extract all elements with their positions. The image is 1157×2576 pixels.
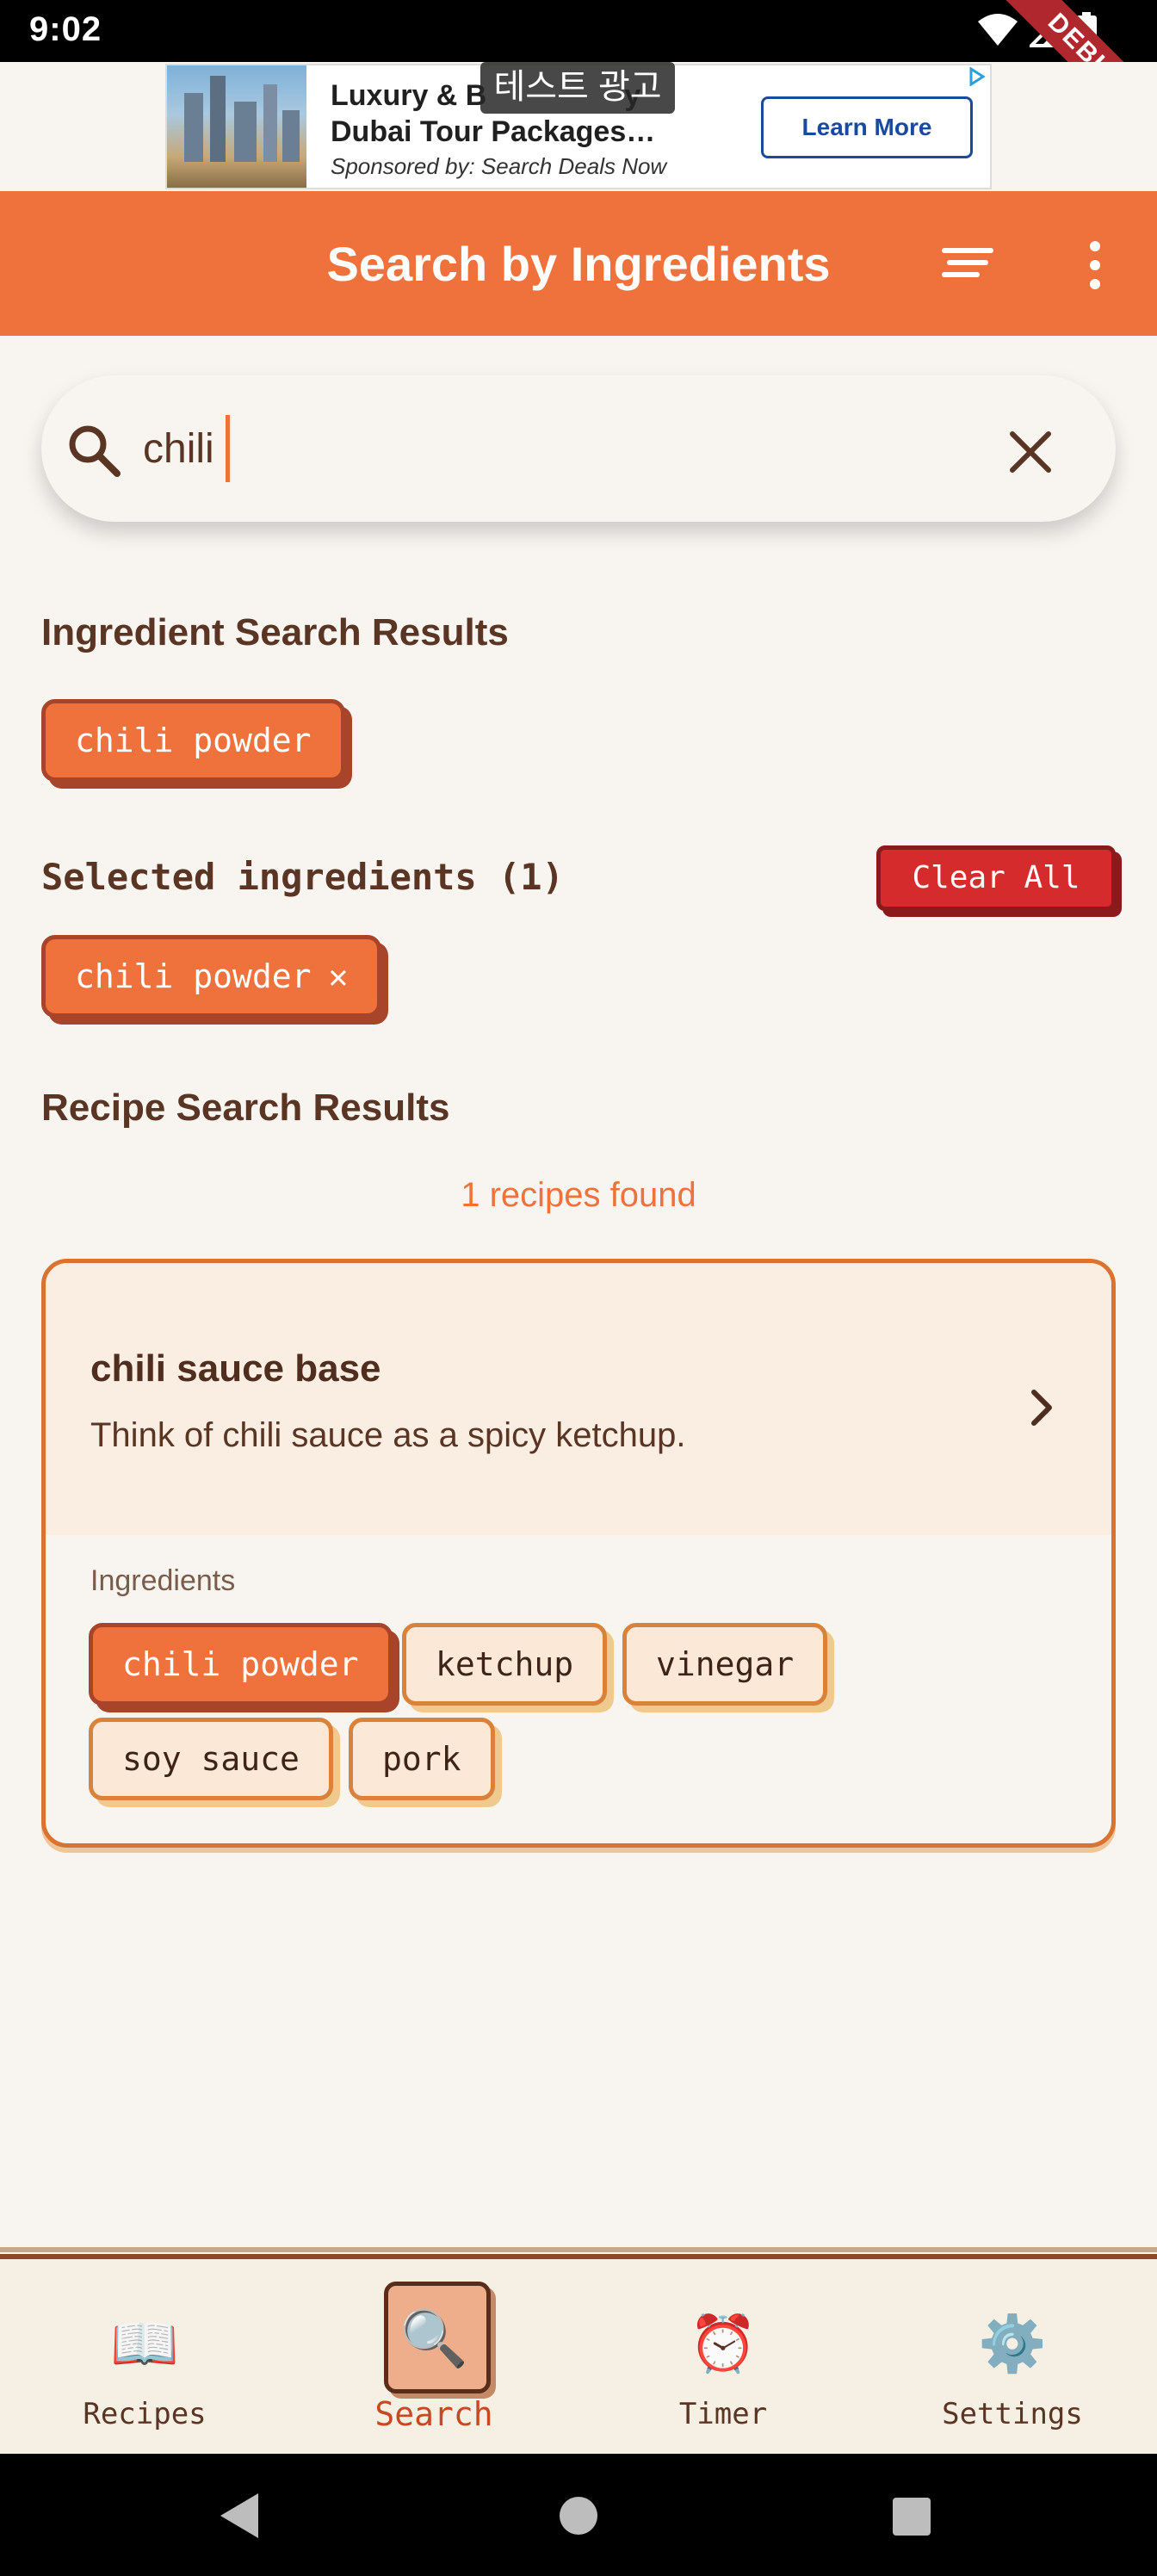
recipe-description: Think of chili sauce as a spicy ketchup. (90, 1416, 686, 1454)
ad-banner[interactable]: Luxury & By Dubai Tour Packages… Sponsor… (0, 62, 1157, 191)
more-options-icon[interactable] (1078, 239, 1112, 291)
recipe-ingredient-chip[interactable]: pork (349, 1718, 495, 1800)
recipes-found-count: 1 recipes found (461, 1176, 696, 1214)
ingredients-label: Ingredients (90, 1564, 236, 1597)
recipe-ingredient-chip[interactable]: soy sauce (89, 1718, 333, 1800)
home-icon[interactable] (558, 2495, 599, 2536)
search-bar[interactable] (41, 375, 1116, 522)
ad-sponsor: Sponsored by: Search Deals Now (331, 153, 667, 179)
nav-item-settings[interactable]: ⚙️ Settings (868, 2259, 1157, 2454)
adchoices-icon[interactable] (968, 67, 987, 86)
search-icon (69, 425, 121, 477)
nav-item-recipes[interactable]: 📖 Recipes (0, 2259, 289, 2454)
system-navigation-bar (0, 2454, 1157, 2576)
back-icon[interactable] (219, 2492, 262, 2540)
recipe-ingredient-chip[interactable]: ketchup (402, 1623, 608, 1706)
recipe-ingredient-chip[interactable]: chili powder (89, 1623, 393, 1706)
text-caret (226, 415, 230, 482)
alarm-clock-icon: ⏰ (689, 2313, 758, 2375)
status-time: 9:02 (29, 10, 102, 48)
learn-more-button[interactable]: Learn More (761, 96, 973, 158)
app-bar: Search by Ingredients (0, 191, 1157, 336)
wifi-icon (978, 14, 1018, 46)
test-ad-tag: 테스트 광고 (480, 62, 675, 114)
selected-chip-label: chili powder (75, 957, 312, 995)
chevron-right-icon[interactable] (1025, 1382, 1060, 1434)
nav-label-recipes: Recipes (83, 2397, 207, 2431)
remove-ingredient-icon[interactable]: ✕ (329, 939, 349, 1013)
nav-label-settings: Settings (942, 2397, 1083, 2431)
search-input[interactable] (143, 410, 918, 487)
open-book-icon: 📖 (110, 2313, 179, 2375)
status-bar: 9:02 DEBUG (0, 0, 1157, 160)
gear-icon: ⚙️ (978, 2313, 1047, 2375)
nav-divider (0, 2247, 1157, 2252)
recents-icon[interactable] (892, 2497, 931, 2536)
clear-search-icon[interactable] (1005, 427, 1055, 477)
recipe-card-header[interactable]: chili sauce base Think of chili sauce as… (46, 1263, 1111, 1535)
recipe-card[interactable]: chili sauce base Think of chili sauce as… (41, 1259, 1116, 1848)
ingredient-result-chip[interactable]: chili powder (41, 699, 345, 782)
nav-label-search: Search (374, 2395, 493, 2433)
bottom-navigation: 📖 Recipes 🔍 Search ⏰ Timer ⚙️ Settings (0, 2247, 1157, 2454)
selected-ingredient-chip[interactable]: chili powder ✕ (41, 935, 382, 1018)
selected-ingredients-title: Selected ingredients (1) (41, 856, 564, 898)
magnifier-icon: 🔍 (399, 2307, 468, 2369)
nav-item-search[interactable]: 🔍 Search (289, 2259, 578, 2454)
sort-icon[interactable] (938, 241, 1000, 286)
ad-thumbnail (167, 65, 306, 188)
recipe-results-title: Recipe Search Results (41, 1087, 450, 1129)
clear-all-button[interactable]: Clear All (876, 845, 1116, 911)
recipe-title: chili sauce base (90, 1347, 381, 1390)
recipe-ingredient-chip[interactable]: vinegar (622, 1623, 828, 1706)
ingredient-results-title: Ingredient Search Results (41, 611, 509, 653)
nav-item-timer[interactable]: ⏰ Timer (578, 2259, 868, 2454)
nav-label-timer: Timer (678, 2397, 768, 2431)
